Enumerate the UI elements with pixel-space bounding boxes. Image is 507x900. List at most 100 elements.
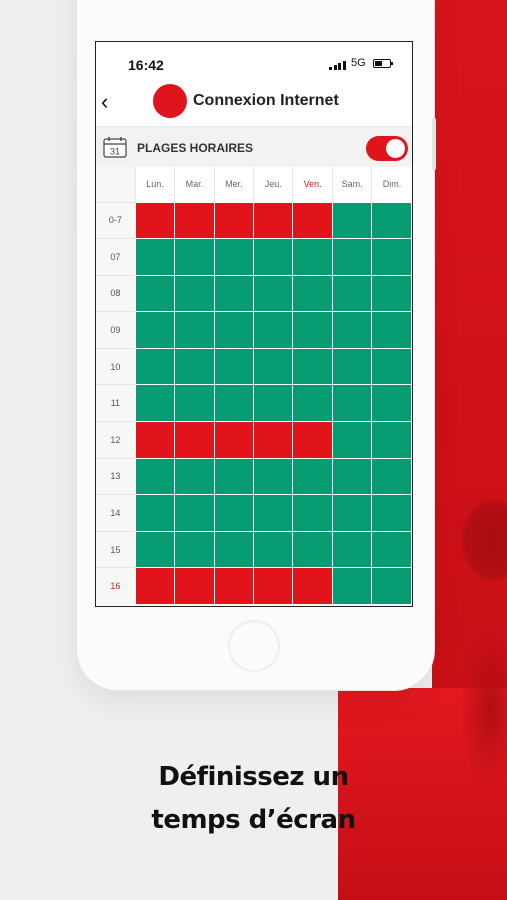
time-slot-allowed[interactable]: [371, 421, 412, 459]
time-slot-blocked[interactable]: [174, 201, 215, 240]
time-slot-allowed[interactable]: [331, 238, 373, 276]
time-slot-allowed[interactable]: [213, 274, 255, 313]
time-slot-allowed[interactable]: [371, 494, 412, 532]
time-slot-allowed[interactable]: [174, 457, 215, 496]
time-slot-allowed[interactable]: [134, 238, 176, 276]
time-slot-allowed[interactable]: [174, 530, 215, 569]
time-slot-allowed[interactable]: [331, 494, 373, 532]
time-slot-blocked[interactable]: [253, 567, 294, 606]
time-slot-allowed[interactable]: [213, 530, 255, 569]
time-slot-row: 12: [96, 421, 412, 459]
time-slot-allowed[interactable]: [213, 384, 255, 423]
time-slot-blocked[interactable]: [134, 421, 176, 459]
time-slot-allowed[interactable]: [253, 530, 294, 569]
time-slot-allowed[interactable]: [213, 311, 255, 349]
time-slot-blocked[interactable]: [292, 567, 333, 606]
time-slot-allowed[interactable]: [213, 457, 255, 496]
time-slot-allowed[interactable]: [331, 530, 373, 569]
time-slot-allowed[interactable]: [292, 384, 333, 423]
time-slot-allowed[interactable]: [371, 530, 412, 569]
time-slot-allowed[interactable]: [331, 567, 373, 606]
time-slot-allowed[interactable]: [253, 494, 294, 532]
phone-screen: 16:42 5G ‹ Connexion Internet 31 PLAGES …: [95, 41, 413, 607]
time-slot-allowed[interactable]: [134, 530, 176, 569]
day-header: Dim.: [371, 166, 412, 202]
time-slot-blocked[interactable]: [253, 201, 294, 240]
time-slot-allowed[interactable]: [371, 457, 412, 496]
time-slot-allowed[interactable]: [174, 347, 215, 386]
time-slot-allowed[interactable]: [331, 457, 373, 496]
time-slot-allowed[interactable]: [253, 384, 294, 423]
section-title: PLAGES HORAIRES: [137, 141, 254, 155]
time-slot-allowed[interactable]: [174, 274, 215, 313]
time-slot-row: 15: [96, 530, 412, 569]
time-slot-row: 11: [96, 384, 412, 423]
time-slot-blocked[interactable]: [213, 421, 255, 459]
time-slot-allowed[interactable]: [292, 457, 333, 496]
day-header: Sam.: [331, 166, 372, 202]
time-slot-allowed[interactable]: [213, 347, 255, 386]
hour-label: 07: [96, 238, 136, 276]
hour-label: 09: [96, 311, 136, 349]
time-slot-blocked[interactable]: [292, 421, 333, 459]
time-slot-allowed[interactable]: [292, 347, 333, 386]
signal-icon: [329, 60, 346, 70]
time-slot-allowed[interactable]: [134, 384, 176, 423]
battery-icon: [373, 59, 393, 68]
time-slot-blocked[interactable]: [134, 201, 176, 240]
time-slot-allowed[interactable]: [134, 311, 176, 349]
time-slot-allowed[interactable]: [331, 274, 373, 313]
time-slot-allowed[interactable]: [371, 347, 412, 386]
time-slot-allowed[interactable]: [213, 238, 255, 276]
time-slot-allowed[interactable]: [253, 274, 294, 313]
time-slot-blocked[interactable]: [174, 421, 215, 459]
time-slot-allowed[interactable]: [134, 494, 176, 532]
time-slot-allowed[interactable]: [174, 311, 215, 349]
time-slot-row: 09: [96, 311, 412, 349]
time-slot-allowed[interactable]: [331, 201, 373, 240]
time-slot-allowed[interactable]: [174, 384, 215, 423]
time-slot-allowed[interactable]: [253, 457, 294, 496]
time-slot-allowed[interactable]: [331, 421, 373, 459]
time-slot-allowed[interactable]: [371, 311, 412, 349]
time-slot-allowed[interactable]: [134, 274, 176, 313]
time-slot-blocked[interactable]: [134, 567, 176, 606]
time-slot-allowed[interactable]: [371, 384, 412, 423]
time-slot-blocked[interactable]: [213, 567, 255, 606]
time-slot-allowed[interactable]: [174, 238, 215, 276]
time-slot-allowed[interactable]: [292, 238, 333, 276]
hour-label: 12: [96, 421, 136, 459]
time-slot-allowed[interactable]: [253, 311, 294, 349]
hour-label: 16: [96, 567, 136, 605]
hour-label: 11: [96, 384, 136, 422]
chevron-left-icon[interactable]: ‹: [101, 89, 108, 115]
toggle-knob: [386, 139, 405, 158]
time-slot-allowed[interactable]: [371, 201, 412, 240]
calendar-icon: 31: [103, 137, 127, 158]
time-slot-allowed[interactable]: [134, 457, 176, 496]
time-slot-blocked[interactable]: [213, 201, 255, 240]
phone-volume-button: [73, 184, 77, 236]
time-slot-row: 0-7: [96, 201, 412, 240]
schedule-toggle[interactable]: [366, 136, 408, 161]
time-slot-blocked[interactable]: [174, 567, 215, 606]
time-slot-allowed[interactable]: [253, 238, 294, 276]
caption-line-2: temps d’écran: [151, 805, 356, 835]
time-slot-allowed[interactable]: [134, 347, 176, 386]
time-slot-allowed[interactable]: [331, 311, 373, 349]
time-slot-allowed[interactable]: [371, 567, 412, 606]
time-slot-allowed[interactable]: [292, 274, 333, 313]
time-slot-allowed[interactable]: [213, 494, 255, 532]
time-slot-allowed[interactable]: [292, 311, 333, 349]
time-slot-allowed[interactable]: [331, 347, 373, 386]
time-slot-blocked[interactable]: [253, 421, 294, 459]
time-slot-allowed[interactable]: [331, 384, 373, 423]
time-slot-allowed[interactable]: [371, 238, 412, 276]
time-slot-allowed[interactable]: [292, 494, 333, 532]
time-slot-row: 13: [96, 457, 412, 496]
time-slot-allowed[interactable]: [253, 347, 294, 386]
time-slot-allowed[interactable]: [174, 494, 215, 532]
time-slot-blocked[interactable]: [292, 201, 333, 240]
time-slot-allowed[interactable]: [292, 530, 333, 569]
time-slot-allowed[interactable]: [371, 274, 412, 313]
